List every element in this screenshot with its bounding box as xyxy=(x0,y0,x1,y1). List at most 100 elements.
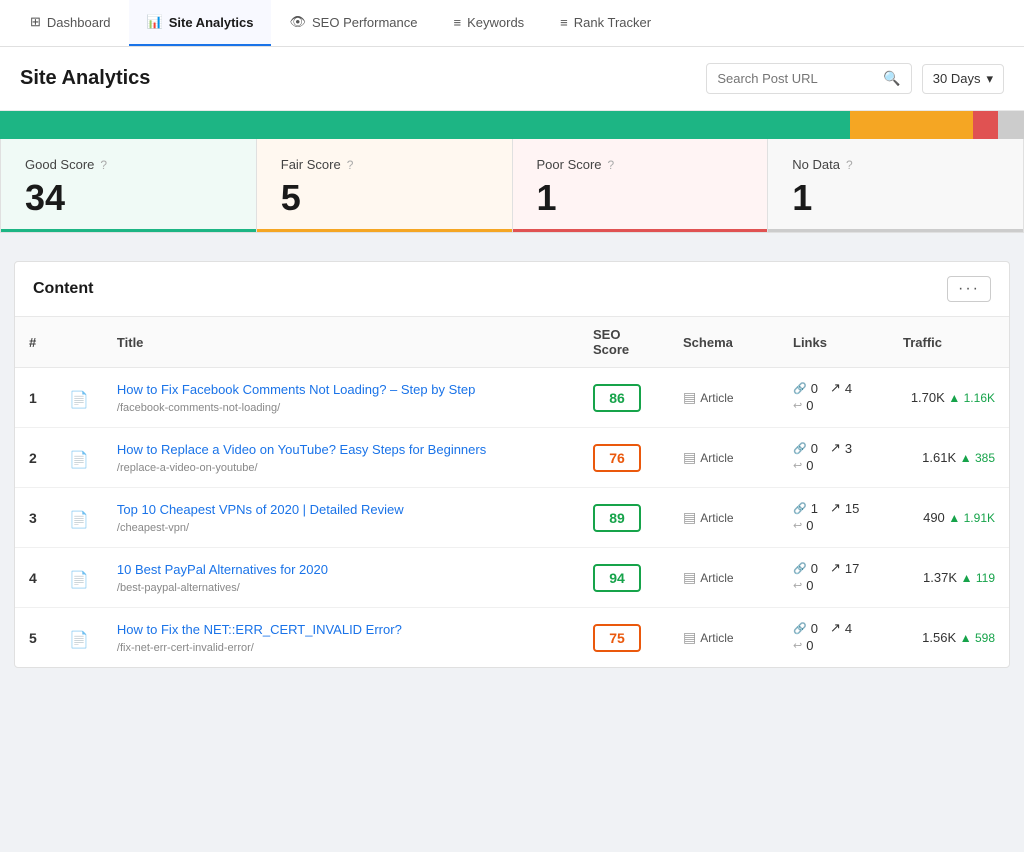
post-title[interactable]: How to Replace a Video on YouTube? Easy … xyxy=(117,441,565,459)
table-header: # Title SEO Score Schema Links Traffic xyxy=(15,317,1009,368)
internal-link-icon: 🔗 xyxy=(793,622,807,635)
schema-type: Article xyxy=(700,391,733,405)
internal-link-count: 1 xyxy=(811,501,818,516)
days-dropdown[interactable]: 30 Days ▾ xyxy=(922,64,1004,94)
document-icon: 📄 xyxy=(69,510,89,530)
schema-icon: ▤ xyxy=(683,509,696,526)
fair-help-icon[interactable]: ? xyxy=(347,158,354,172)
traffic-change: ▲ 1.91K xyxy=(948,511,995,525)
schema-type: Article xyxy=(700,451,733,465)
seo-score-badge: 94 xyxy=(593,564,641,592)
score-cards: Good Score ? 34 Fair Score ? 5 Poor Scor… xyxy=(0,139,1024,233)
traffic-value: 1.37K xyxy=(923,570,957,585)
backlink-icon: ↩ xyxy=(793,519,802,532)
good-help-icon[interactable]: ? xyxy=(100,158,107,172)
row-traffic-cell: 1.37K ▲ 119 xyxy=(889,548,1009,608)
row-seo-cell: 89 xyxy=(579,488,669,548)
dashboard-icon: ⊞ xyxy=(30,14,41,30)
row-icon-cell: 📄 xyxy=(55,608,103,668)
good-bar xyxy=(0,111,850,139)
poor-help-icon[interactable]: ? xyxy=(608,158,615,172)
backlink-icon: ↩ xyxy=(793,579,802,592)
tab-seo-performance[interactable]: 👁 SEO Performance xyxy=(271,0,435,46)
bar-chart-icon: 📊 xyxy=(147,14,163,30)
backlink-count: 0 xyxy=(806,578,813,593)
row-title-cell: How to Fix the NET::ERR_CERT_INVALID Err… xyxy=(103,608,579,668)
external-link-icon: ↗ xyxy=(830,500,841,516)
traffic-value: 1.70K xyxy=(911,390,945,405)
seo-score-badge: 89 xyxy=(593,504,641,532)
external-link-count: 3 xyxy=(845,441,852,456)
traffic-value: 1.61K xyxy=(922,450,956,465)
traffic-change: ▲ 119 xyxy=(961,571,995,585)
row-links-cell: 🔗 0 ↗ 4 ↩ 0 xyxy=(779,608,889,668)
schema-icon: ▤ xyxy=(683,389,696,406)
good-score-label: Good Score ? xyxy=(25,157,232,172)
good-underline xyxy=(1,229,256,232)
backlink-icon: ↩ xyxy=(793,399,802,412)
document-icon: 📄 xyxy=(69,390,89,410)
poor-underline xyxy=(513,229,768,232)
search-icon: 🔍 xyxy=(883,70,900,87)
post-url: /cheapest-vpn/ xyxy=(117,522,565,534)
nodata-help-icon[interactable]: ? xyxy=(846,158,853,172)
table-row: 1 📄 How to Fix Facebook Comments Not Loa… xyxy=(15,368,1009,428)
row-title-cell: How to Replace a Video on YouTube? Easy … xyxy=(103,428,579,488)
post-title[interactable]: Top 10 Cheapest VPNs of 2020 | Detailed … xyxy=(117,501,565,519)
backlink-count: 0 xyxy=(806,458,813,473)
post-title[interactable]: 10 Best PayPal Alternatives for 2020 xyxy=(117,561,565,579)
row-schema-cell: ▤ Article xyxy=(669,488,779,548)
search-box[interactable]: 🔍 xyxy=(706,63,911,94)
row-schema-cell: ▤ Article xyxy=(669,368,779,428)
internal-link-icon: 🔗 xyxy=(793,442,807,455)
backlink-count: 0 xyxy=(806,638,813,653)
document-icon: 📄 xyxy=(69,570,89,590)
internal-link-icon: 🔗 xyxy=(793,502,807,515)
seo-score-badge: 75 xyxy=(593,624,641,652)
tab-rank-tracker[interactable]: ≡ Rank Tracker xyxy=(542,1,669,46)
col-header-traffic: Traffic xyxy=(889,317,1009,368)
schema-type: Article xyxy=(700,571,733,585)
traffic-value: 490 xyxy=(923,510,945,525)
table-row: 5 📄 How to Fix the NET::ERR_CERT_INVALID… xyxy=(15,608,1009,668)
more-options-button[interactable]: ··· xyxy=(947,276,991,302)
good-score-value: 34 xyxy=(25,180,232,216)
row-num: 3 xyxy=(15,488,55,548)
fair-score-label: Fair Score ? xyxy=(281,157,488,172)
poor-score-label: Poor Score ? xyxy=(537,157,744,172)
good-score-card: Good Score ? 34 xyxy=(1,139,257,232)
row-seo-cell: 75 xyxy=(579,608,669,668)
row-title-cell: Top 10 Cheapest VPNs of 2020 | Detailed … xyxy=(103,488,579,548)
external-link-count: 4 xyxy=(845,381,852,396)
table-body: 1 📄 How to Fix Facebook Comments Not Loa… xyxy=(15,368,1009,668)
fair-score-card: Fair Score ? 5 xyxy=(257,139,513,232)
main-content: Content ··· # Title SEO Score Schema Lin… xyxy=(0,233,1024,682)
row-traffic-cell: 1.56K ▲ 598 xyxy=(889,608,1009,668)
tab-dashboard[interactable]: ⊞ Dashboard xyxy=(12,0,129,46)
internal-link-count: 0 xyxy=(811,441,818,456)
poor-score-value: 1 xyxy=(537,180,744,216)
post-title[interactable]: How to Fix the NET::ERR_CERT_INVALID Err… xyxy=(117,621,565,639)
fair-underline xyxy=(257,229,512,232)
row-seo-cell: 94 xyxy=(579,548,669,608)
col-header-links: Links xyxy=(779,317,889,368)
traffic-change: ▲ 385 xyxy=(960,451,995,465)
schema-type: Article xyxy=(700,631,733,645)
tab-site-analytics[interactable]: 📊 Site Analytics xyxy=(129,0,272,46)
row-icon-cell: 📄 xyxy=(55,548,103,608)
internal-link-icon: 🔗 xyxy=(793,562,807,575)
tab-keywords[interactable]: ≡ Keywords xyxy=(436,1,543,46)
row-title-cell: How to Fix Facebook Comments Not Loading… xyxy=(103,368,579,428)
header-controls: 🔍 30 Days ▾ xyxy=(706,63,1004,94)
post-url: /facebook-comments-not-loading/ xyxy=(117,402,565,414)
col-header-schema: Schema xyxy=(669,317,779,368)
traffic-value: 1.56K xyxy=(922,630,956,645)
external-link-count: 4 xyxy=(845,621,852,636)
post-title[interactable]: How to Fix Facebook Comments Not Loading… xyxy=(117,381,565,399)
search-input[interactable] xyxy=(717,71,877,86)
internal-link-icon: 🔗 xyxy=(793,382,807,395)
table-row: 4 📄 10 Best PayPal Alternatives for 2020… xyxy=(15,548,1009,608)
row-links-cell: 🔗 0 ↗ 4 ↩ 0 xyxy=(779,368,889,428)
nodata-score-card: No Data ? 1 xyxy=(768,139,1023,232)
col-header-title: Title xyxy=(103,317,579,368)
